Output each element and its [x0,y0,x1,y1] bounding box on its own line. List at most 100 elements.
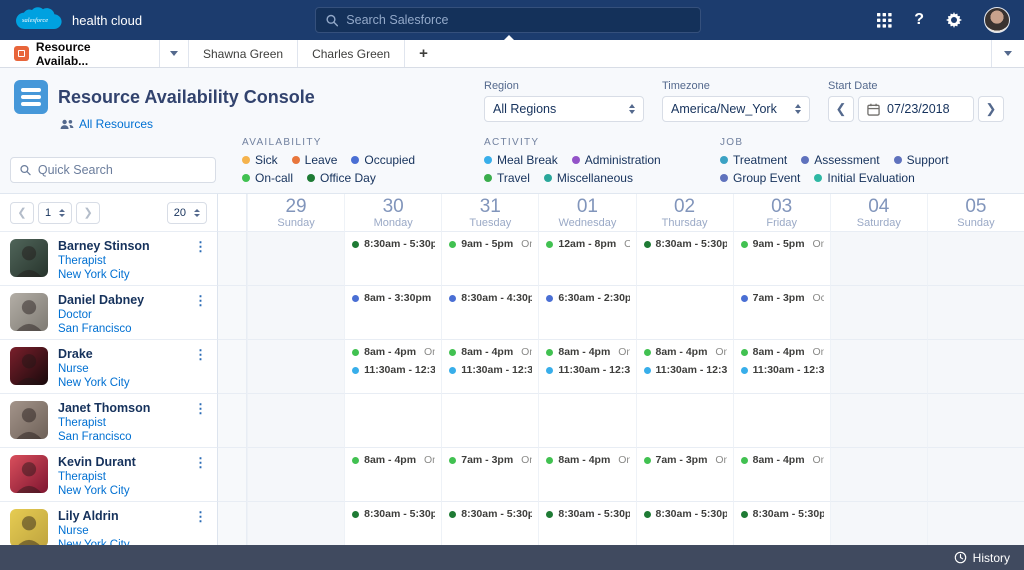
resource-role-link[interactable]: Therapist [58,470,182,484]
schedule-cell[interactable] [732,394,830,448]
schedule-cell[interactable] [247,340,345,394]
schedule-entry[interactable]: 12am - 8pm On-call [546,238,630,250]
schedule-cell[interactable] [829,340,927,394]
schedule-entry[interactable]: 11:30am - 12:30am ... [449,364,532,376]
tab-resource-availability[interactable]: Resource Availab... [0,40,160,68]
setup-gear-icon[interactable] [946,12,962,28]
schedule-cell[interactable] [926,232,1024,286]
schedule-cell[interactable] [829,286,927,340]
schedule-cell[interactable]: 8am - 4pm On-call [732,448,830,502]
schedule-cell[interactable]: 8am - 3:30pm Occu... [344,286,442,340]
schedule-cell[interactable] [829,394,927,448]
schedule-entry[interactable]: 11:30am - 12:30am ... [352,364,435,376]
global-search[interactable] [315,7,701,33]
schedule-entry[interactable]: 7am - 3pm On-call [449,454,532,466]
page-size-stepper[interactable]: 20 [166,201,207,224]
timezone-select[interactable]: America/New_York [662,96,810,122]
schedule-cell[interactable] [635,286,733,340]
resource-name[interactable]: Lily Aldrin [58,509,182,524]
help-icon[interactable]: ? [914,11,924,29]
schedule-entry[interactable]: 7am - 3pm On-call [643,454,727,466]
schedule-entry[interactable]: 7am - 3pm Occupied [740,292,824,304]
app-launcher-icon[interactable] [877,12,892,28]
schedule-cell[interactable]: 12am - 8pm On-call [538,232,636,286]
schedule-entry[interactable]: 8am - 4pm On-call [352,454,435,466]
schedule-cell[interactable] [926,286,1024,340]
region-select[interactable]: All Regions [484,96,644,122]
start-date-input[interactable]: 07/23/2018 [858,96,974,122]
next-date-button[interactable]: ❯ [978,96,1004,122]
schedule-cell[interactable]: 7am - 3pm Occupied [732,286,830,340]
schedule-entry[interactable]: 8:30am - 5:30pm O... [643,508,727,520]
resource-city-link[interactable]: New York City [58,376,182,390]
tab-shawna-green[interactable]: Shawna Green [189,40,299,67]
history-button[interactable]: History [973,551,1010,565]
schedule-entry[interactable]: 8:30am - 5:30pm O... [643,238,727,250]
schedule-entry[interactable]: 8:30am - 5:30pm O... [352,238,435,250]
schedule-entry[interactable]: 8am - 4pm On-call [643,346,727,358]
add-tab-button[interactable]: + [405,40,442,67]
schedule-cell[interactable] [247,232,345,286]
schedule-entry[interactable]: 11:30am - 12:30am ... [643,364,727,376]
schedule-entry[interactable]: 6:30am - 2:30pm O... [546,292,630,304]
schedule-cell[interactable] [829,448,927,502]
resource-role-link[interactable]: Doctor [58,308,182,322]
schedule-entry[interactable]: 8am - 4pm On-call [740,346,824,358]
resource-role-link[interactable]: Nurse [58,524,182,538]
resource-city-link[interactable]: San Francisco [58,430,182,444]
schedule-cell[interactable]: 7am - 3pm On-call [635,448,733,502]
row-menu-button[interactable]: ⋮ [192,347,209,393]
schedule-cell[interactable]: 8am - 4pm On-call 11:30am - 12:30am ... [344,340,442,394]
schedule-cell[interactable]: 7am - 3pm On-call [441,448,539,502]
schedule-entry[interactable]: 8:30am - 5:30pm O... [352,508,435,520]
schedule-cell[interactable] [247,394,345,448]
schedule-cell[interactable] [926,394,1024,448]
tab-charles-green[interactable]: Charles Green [298,40,406,67]
resource-role-link[interactable]: Nurse [58,362,182,376]
schedule-entry[interactable]: 8am - 4pm On-call [546,346,630,358]
global-search-input[interactable] [346,13,690,27]
schedule-entry[interactable]: 8:30am - 5:30pm O... [740,508,824,520]
schedule-cell[interactable] [344,394,442,448]
schedule-entry[interactable]: 8am - 4pm On-call [449,346,532,358]
schedule-cell[interactable] [538,394,636,448]
schedule-cell[interactable]: 8am - 4pm On-call [344,448,442,502]
resource-name[interactable]: Janet Thomson [58,401,182,416]
schedule-cell[interactable]: 8am - 4pm On-call 11:30am - 12:30am ... [732,340,830,394]
schedule-cell[interactable] [926,448,1024,502]
all-resources-link[interactable]: All Resources [60,117,484,131]
schedule-entry[interactable]: 9am - 5pm On-call [740,238,824,250]
schedule-entry[interactable]: 8am - 3:30pm Occu... [352,292,435,304]
schedule-entry[interactable]: 9am - 5pm On-call [449,238,532,250]
tab-dropdown-button[interactable] [160,40,189,67]
schedule-entry[interactable]: 11:30am - 12:30am ... [546,364,630,376]
resource-name[interactable]: Drake [58,347,182,362]
resource-role-link[interactable]: Therapist [58,254,182,268]
resource-role-link[interactable]: Therapist [58,416,182,430]
row-menu-button[interactable]: ⋮ [192,239,209,285]
schedule-cell[interactable]: 8am - 4pm On-call 11:30am - 12:30am ... [441,340,539,394]
schedule-cell[interactable]: 8am - 4pm On-call 11:30am - 12:30am ... [538,340,636,394]
schedule-entry[interactable]: 8:30am - 5:30pm O... [546,508,630,520]
schedule-cell[interactable]: 8:30am - 4:30pm O... [441,286,539,340]
schedule-cell[interactable]: 6:30am - 2:30pm O... [538,286,636,340]
schedule-entry[interactable]: 8am - 4pm On-call [546,454,630,466]
quick-search[interactable] [10,157,216,183]
page-next-button[interactable]: ❯ [76,201,101,224]
schedule-cell[interactable]: 8:30am - 5:30pm O... [635,232,733,286]
schedule-cell[interactable] [829,232,927,286]
schedule-entry[interactable]: 8am - 4pm On-call [352,346,435,358]
resource-city-link[interactable]: San Francisco [58,322,182,336]
resource-city-link[interactable]: New York City [58,484,182,498]
schedule-entry[interactable]: 8:30am - 4:30pm O... [449,292,532,304]
page-prev-button[interactable]: ❮ [10,201,34,224]
resource-city-link[interactable]: New York City [58,268,182,282]
schedule-entry[interactable]: 8:30am - 5:30pm O... [449,508,532,520]
schedule-cell[interactable]: 9am - 5pm On-call [732,232,830,286]
prev-date-button[interactable]: ❮ [828,96,854,122]
schedule-entry[interactable]: 11:30am - 12:30am ... [740,364,824,376]
row-menu-button[interactable]: ⋮ [192,455,209,501]
schedule-cell[interactable]: 8:30am - 5:30pm O... [344,232,442,286]
schedule-cell[interactable]: 8am - 4pm On-call [538,448,636,502]
schedule-cell[interactable] [441,394,539,448]
